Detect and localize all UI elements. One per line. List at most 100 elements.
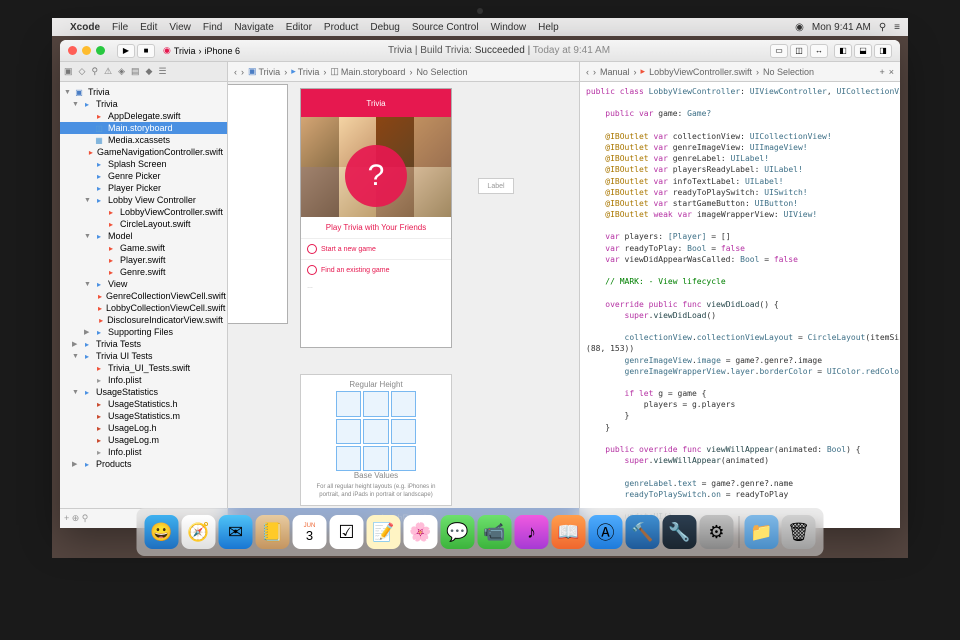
tree-item-player-swift[interactable]: ▸Player.swift	[60, 254, 227, 266]
lobby-scene[interactable]: Trivia ?	[300, 88, 452, 348]
size-cell[interactable]	[391, 391, 416, 416]
dock-xcode-beta[interactable]: 🔧	[663, 515, 697, 549]
empty-scene[interactable]	[228, 84, 288, 324]
tree-item-genre-swift[interactable]: ▸Genre.swift	[60, 266, 227, 278]
tree-item-products[interactable]: ▶▸Products	[60, 458, 227, 470]
dock-contacts[interactable]: 📒	[256, 515, 290, 549]
tree-item-gamenavigationcontroller-swift[interactable]: ▸GameNavigationController.swift	[60, 146, 227, 158]
editor-assistant-button[interactable]: ◫	[790, 44, 808, 58]
menubar-window[interactable]: Window	[491, 22, 527, 33]
nav-tab-report[interactable]: ☰	[158, 66, 166, 77]
tree-item-player-picker[interactable]: ▸Player Picker	[60, 182, 227, 194]
assistant-close-icon[interactable]: ×	[889, 67, 894, 77]
tree-item-trivia-tests[interactable]: ▶▸Trivia Tests	[60, 338, 227, 350]
nav-tab-find[interactable]: ⚲	[91, 66, 98, 77]
dock-preferences[interactable]: ⚙	[700, 515, 734, 549]
tree-item-info-plist[interactable]: ▸Info.plist	[60, 374, 227, 386]
size-class-grid[interactable]	[336, 391, 416, 471]
dock-notes[interactable]: 📝	[367, 515, 401, 549]
tree-item-circlelayout-swift[interactable]: ▸CircleLayout.swift	[60, 218, 227, 230]
dock-photos[interactable]: 🌸	[404, 515, 438, 549]
code-editor[interactable]: public class LobbyViewController: UIView…	[580, 82, 900, 528]
tree-item-model[interactable]: ▼▸Model	[60, 230, 227, 242]
menubar-view[interactable]: View	[169, 22, 191, 33]
nav-tab-project[interactable]: ▣	[64, 66, 73, 77]
menubar-debug[interactable]: Debug	[370, 22, 399, 33]
jump-bar[interactable]: ‹ › ▣Trivia › ▸Trivia › ◫Main.storyboard…	[228, 62, 579, 82]
nav-tab-test[interactable]: ◈	[118, 66, 125, 77]
wifi-icon[interactable]: ◉	[795, 22, 804, 33]
tree-item-splash-screen[interactable]: ▸Splash Screen	[60, 158, 227, 170]
dock-facetime[interactable]: 📹	[478, 515, 512, 549]
nav-tab-issue[interactable]: ⚠	[104, 66, 112, 77]
jump-selection[interactable]: No Selection	[416, 67, 467, 77]
minimize-button[interactable]	[82, 46, 91, 55]
assistant-file[interactable]: LobbyViewController.swift	[649, 67, 752, 77]
dock-itunes[interactable]: ♪	[515, 515, 549, 549]
menubar-navigate[interactable]: Navigate	[234, 22, 273, 33]
dock-reminders[interactable]: ☑	[330, 515, 364, 549]
tree-item-media-xcassets[interactable]: ▦Media.xcassets	[60, 134, 227, 146]
menubar-file[interactable]: File	[112, 22, 128, 33]
dock-downloads[interactable]: 📁	[745, 515, 779, 549]
start-game-row[interactable]: Start a new game	[301, 238, 451, 259]
tree-item-main-storyboard[interactable]: ◫Main.storyboard	[60, 122, 227, 134]
dock-finder[interactable]: 😀	[145, 515, 179, 549]
size-class-popover[interactable]: Regular Height Base Values For all regul…	[300, 374, 452, 506]
nav-tab-debug[interactable]: ▤	[131, 66, 140, 77]
dock-ibooks[interactable]: 📖	[552, 515, 586, 549]
toggle-navigator-button[interactable]: ◧	[834, 44, 852, 58]
menubar-sourcecontrol[interactable]: Source Control	[412, 22, 479, 33]
jump-group[interactable]: Trivia	[298, 67, 320, 77]
tree-item-appdelegate-swift[interactable]: ▸AppDelegate.swift	[60, 110, 227, 122]
tree-item-usagestatistics[interactable]: ▼▸UsageStatistics	[60, 386, 227, 398]
storyboard-canvas[interactable]: Trivia ?	[228, 82, 579, 528]
tree-item-lobbycollectionviewcell-swift[interactable]: ▸LobbyCollectionViewCell.swift	[60, 302, 227, 314]
spotlight-icon[interactable]: ⚲	[879, 22, 886, 33]
assistant-jump-bar[interactable]: ‹ › Manual › ▸ LobbyViewController.swift…	[580, 62, 900, 82]
toggle-utilities-button[interactable]: ◨	[874, 44, 892, 58]
tree-item-usagelog-h[interactable]: ▸UsageLog.h	[60, 422, 227, 434]
menubar-product[interactable]: Product	[324, 22, 358, 33]
zoom-button[interactable]	[96, 46, 105, 55]
menubar-find[interactable]: Find	[203, 22, 222, 33]
dock-calendar[interactable]: JUN3	[293, 515, 327, 549]
label-placeholder[interactable]: Label	[478, 178, 514, 194]
tree-item-genrecollectionviewcell-swift[interactable]: ▸GenreCollectionViewCell.swift	[60, 290, 227, 302]
dock-safari[interactable]: 🧭	[182, 515, 216, 549]
menubar-edit[interactable]: Edit	[140, 22, 157, 33]
size-cell[interactable]	[391, 419, 416, 444]
menubar-list-icon[interactable]: ≡	[894, 22, 900, 33]
find-game-row[interactable]: Find an existing game	[301, 259, 451, 280]
jump-fwd-icon[interactable]: ›	[241, 67, 244, 77]
size-cell[interactable]	[391, 446, 416, 471]
device-name[interactable]: iPhone 6	[205, 46, 241, 56]
menubar-help[interactable]: Help	[538, 22, 559, 33]
run-button[interactable]: ▶	[117, 44, 135, 58]
tree-item-usagestatistics-m[interactable]: ▸UsageStatistics.m	[60, 410, 227, 422]
tree-item-game-swift[interactable]: ▸Game.swift	[60, 242, 227, 254]
assistant-selection[interactable]: No Selection	[763, 67, 814, 77]
size-cell[interactable]	[336, 419, 361, 444]
tree-item-disclosureindicatorview-swift[interactable]: ▸DisclosureIndicatorView.swift	[60, 314, 227, 326]
stop-button[interactable]: ■	[137, 44, 155, 58]
nav-tab-breakpoint[interactable]: ◆	[146, 66, 153, 77]
menubar-app[interactable]: Xcode	[70, 22, 100, 33]
assistant-add-icon[interactable]: +	[879, 67, 884, 77]
tree-item-trivia[interactable]: ▼▣Trivia	[60, 86, 227, 98]
toggle-debug-button[interactable]: ⬓	[854, 44, 872, 58]
dock-messages[interactable]: 💬	[441, 515, 475, 549]
tree-item-lobbyviewcontroller-swift[interactable]: ▸LobbyViewController.swift	[60, 206, 227, 218]
tree-item-trivia-ui-tests[interactable]: ▼▸Trivia UI Tests	[60, 350, 227, 362]
jump-project[interactable]: Trivia	[259, 67, 281, 77]
jump-file[interactable]: Main.storyboard	[341, 67, 406, 77]
tree-item-usagelog-m[interactable]: ▸UsageLog.m	[60, 434, 227, 446]
size-cell[interactable]	[336, 391, 361, 416]
tree-item-genre-picker[interactable]: ▸Genre Picker	[60, 170, 227, 182]
scheme-name[interactable]: Trivia	[174, 46, 196, 56]
tree-item-trivia-ui-tests-swift[interactable]: ▸Trivia_UI_Tests.swift	[60, 362, 227, 374]
menubar-time[interactable]: Mon 9:41 AM	[812, 22, 871, 33]
jump-back-icon[interactable]: ‹	[234, 67, 237, 77]
assistant-mode[interactable]: Manual	[600, 67, 630, 77]
menubar-editor[interactable]: Editor	[286, 22, 312, 33]
